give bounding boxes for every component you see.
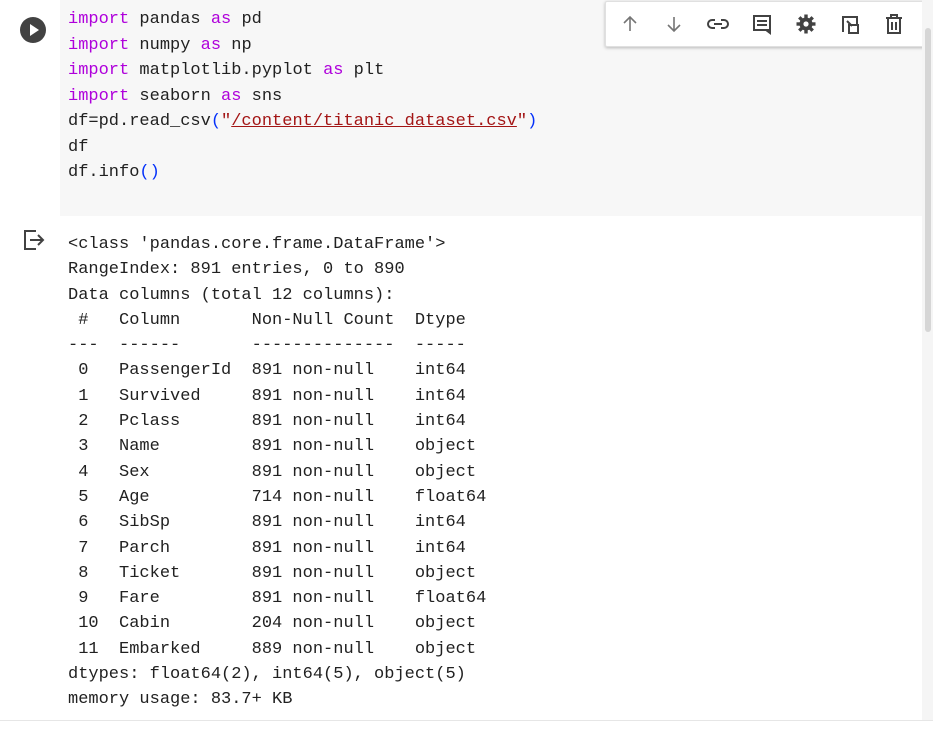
code-token: pandas [129,10,211,29]
code-cell[interactable]: import pandas as pd import numpy as np imp… [0,0,933,216]
gear-icon [796,14,816,34]
output-line: # Column Non-Null Count Dtype [68,310,487,330]
notebook-bottom-edge [0,720,933,748]
code-string-token: ( [210,112,222,131]
code-line[interactable]: import numpy as np [68,33,537,59]
output-redirect-icon[interactable] [22,228,46,252]
code-string-token: () [139,163,160,182]
code-string-token: ) [527,112,538,131]
mirror-cell-icon [842,16,859,34]
output-line: 11 Embarked 889 non-null object [68,639,487,659]
code-token: sns [241,86,283,106]
code-token: pd [231,10,262,29]
output-line: 2 Pclass 891 non-null int64 [68,412,487,432]
output-line: dtypes: float64(2), int64(5), object(5) [68,665,466,685]
code-string-token: " [221,112,232,131]
output-line: 0 PassengerId 891 non-null int64 [68,361,487,381]
code-keyword: import [68,35,130,55]
code-token: seaborn [129,86,222,106]
link-to-cell-button[interactable] [702,8,734,40]
output-line: 7 Parch 891 non-null int64 [68,538,487,558]
code-token: df=pd.read_csv [68,112,211,131]
output-line: memory usage: 83.7+ KB [68,690,293,710]
output-icon-glyph [24,230,45,250]
output-line: --- ------ -------------- ----- [68,336,487,356]
add-comment-button[interactable] [746,8,778,40]
output-line: 8 Ticket 891 non-null object [68,563,487,583]
code-keyword: as [323,61,344,80]
run-cell-button[interactable] [20,17,46,43]
output-line: 10 Cabin 204 non-null object [68,614,487,634]
code-token: np [221,35,252,55]
trash-icon [886,14,902,34]
code-string-token: " [516,112,528,131]
code-line[interactable]: import pandas as pd [68,7,537,33]
output-line: RangeIndex: 891 entries, 0 to 890 [68,260,405,280]
scrollbar-thumb[interactable] [925,28,931,332]
output-line: 6 SibSp 891 non-null int64 [68,513,487,533]
output-line: Data columns (total 12 columns): [68,285,395,305]
code-keyword: import [68,10,130,29]
code-token: plt [343,61,385,80]
code-keyword: import [68,61,130,80]
move-cell-up-button[interactable] [614,8,646,40]
code-line[interactable]: import matplotlib.pyplot as plt [68,58,537,84]
output-line: 1 Survived 891 non-null int64 [68,386,487,406]
output-line: 3 Name 891 non-null object [68,437,487,457]
code-keyword: import [68,86,130,106]
code-string-token: /content/titanic_dataset.csv [231,112,517,131]
code-line[interactable]: df [68,135,537,161]
output-line: 4 Sex 891 non-null object [68,462,487,482]
arrow-up-icon [623,15,637,31]
code-line[interactable]: import seaborn as sns [68,84,537,110]
code-line[interactable]: df.info() [68,160,537,186]
delete-cell-button[interactable] [878,8,910,40]
code-token: df [68,137,89,157]
code-token: numpy [129,35,201,55]
cell-output: <class 'pandas.core.frame.DataFrame'> Ran… [68,232,486,713]
link-icon [707,19,729,29]
code-line[interactable]: df=pd.read_csv("/content/titanic_dataset… [68,109,537,135]
code-keyword: as [200,35,222,55]
cell-settings-button[interactable] [790,8,822,40]
code-lines[interactable]: import pandas as pd import numpy as np imp… [68,7,537,186]
move-cell-down-button[interactable] [658,8,690,40]
arrow-down-icon [667,17,681,33]
output-line: <class 'pandas.core.frame.DataFrame'> [68,235,446,254]
output-line: 5 Age 714 non-null float64 [68,487,487,507]
code-keyword: as [210,10,232,29]
output-line: 9 Fare 891 non-null float64 [68,589,487,609]
mirror-cell-button[interactable] [834,8,866,40]
cell-toolbar [605,1,927,47]
code-token: df.info [68,163,140,182]
code-token: matplotlib.pyplot [129,61,324,80]
code-keyword: as [221,86,242,106]
comment-icon [753,15,771,35]
